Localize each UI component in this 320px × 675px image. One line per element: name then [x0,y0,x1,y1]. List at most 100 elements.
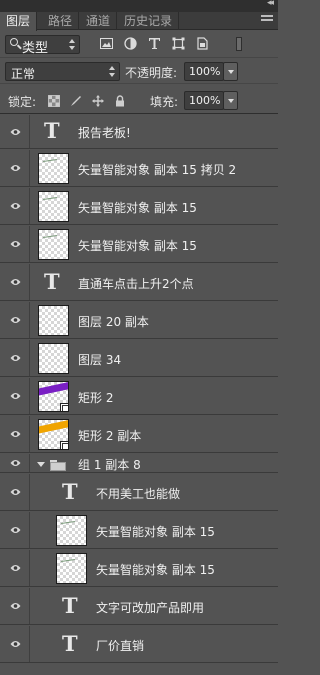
visibility-eye-icon[interactable] [10,240,21,248]
updown-arrows-icon [69,39,76,50]
layer-row[interactable]: 矢量智能对象 副本 15 [0,226,278,263]
lock-all-icon[interactable] [114,95,126,107]
layer-row[interactable]: 矩形 2 副本 [0,416,278,453]
layer-row[interactable]: T 厂价直销 [0,626,278,663]
lock-transparent-icon[interactable] [48,95,60,107]
layer-name[interactable]: 报告老板! [78,124,131,141]
visibility-toggle[interactable] [0,302,30,338]
visibility-eye-icon[interactable] [10,430,21,438]
visibility-eye-icon[interactable] [10,392,21,400]
layer-name[interactable]: 矢量智能对象 副本 15 拷贝 2 [78,161,236,178]
visibility-eye-icon[interactable] [10,602,21,610]
layer-thumbnail [38,381,69,412]
layer-thumbnail [38,305,69,336]
layer-thumbnail [38,153,69,184]
layer-row[interactable]: 图层 34 [0,340,278,377]
lock-options-bar: 锁定: 填充: 100% [0,86,278,114]
visibility-toggle[interactable] [0,474,30,510]
layer-name[interactable]: 矢量智能对象 副本 15 [96,523,215,540]
layer-name[interactable]: 矢量智能对象 副本 15 [96,561,215,578]
visibility-toggle[interactable] [0,550,30,586]
collapse-panel-icon[interactable]: ◂◂ [267,0,274,8]
layer-name[interactable]: 厂价直销 [96,637,144,654]
tab-layers[interactable]: 图层 [0,12,38,31]
layer-row[interactable]: 矢量智能对象 副本 15 拷贝 2 [0,150,278,187]
tab-channels[interactable]: 通道 [80,12,118,30]
layer-filter-bar: 类型 [0,30,278,58]
visibility-eye-icon[interactable] [10,564,21,572]
layer-row[interactable]: 矢量智能对象 副本 15 [0,512,278,549]
blend-mode-value: 正常 [11,67,36,81]
layer-row[interactable]: T 不用美工也能做 [0,474,278,511]
type-filter-icon[interactable] [148,37,161,50]
expand-arrow-icon[interactable] [37,462,45,467]
filter-toggle-switch[interactable] [236,37,242,51]
panel-tab-bar: 图层 路径 通道 历史记录 [0,12,278,31]
layer-row[interactable]: 矩形 2 [0,378,278,415]
layer-name[interactable]: 矢量智能对象 副本 15 [78,237,197,254]
layer-row[interactable]: 矢量智能对象 副本 15 [0,188,278,225]
visibility-toggle[interactable] [0,512,30,548]
layer-name[interactable]: 矢量智能对象 副本 15 [78,199,197,216]
shape-filter-icon[interactable] [172,37,185,50]
visibility-toggle[interactable] [0,188,30,224]
panel-menu-icon[interactable] [261,15,273,25]
fill-field[interactable]: 100% [184,91,224,110]
tab-paths[interactable]: 路径 [42,12,80,30]
layer-name[interactable]: 图层 34 [78,351,121,368]
layer-row[interactable]: T 报告老板! [0,115,278,149]
visibility-toggle[interactable] [0,454,30,472]
visibility-eye-icon[interactable] [10,526,21,534]
layer-row[interactable]: 矢量智能对象 副本 15 [0,550,278,587]
blend-mode-select[interactable]: 正常 [5,62,120,81]
adjustment-filter-icon[interactable] [124,37,137,50]
layer-thumbnail [38,229,69,260]
lock-label: 锁定: [8,95,37,109]
fill-slider-button[interactable] [223,91,238,110]
layer-name[interactable]: 图层 20 副本 [78,313,149,330]
visibility-eye-icon[interactable] [10,128,21,136]
visibility-eye-icon[interactable] [10,459,21,467]
panel-top-strip: ◂◂ [0,0,278,12]
layer-name[interactable]: 组 1 副本 8 [78,456,141,473]
visibility-eye-icon[interactable] [10,640,21,648]
layer-name[interactable]: 文字可改加产品即用 [96,599,204,616]
visibility-toggle[interactable] [0,416,30,452]
filter-kind-select[interactable]: 类型 [5,35,80,56]
visibility-eye-icon[interactable] [10,316,21,324]
visibility-toggle[interactable] [0,226,30,262]
layer-group-row[interactable]: 组 1 副本 8 [0,454,278,473]
visibility-eye-icon[interactable] [10,488,21,496]
layer-name[interactable]: 矩形 2 [78,389,113,406]
search-icon [10,38,18,46]
opacity-slider-button[interactable] [223,62,238,81]
opacity-field[interactable]: 100% [184,62,224,81]
layer-name[interactable]: 不用美工也能做 [96,485,180,502]
layer-row[interactable]: T 直通车点击上升2个点 [0,264,278,301]
updown-arrows-icon [109,66,116,77]
layer-thumbnail [38,343,69,374]
visibility-toggle[interactable] [0,378,30,414]
smart-object-filter-icon[interactable] [196,37,209,50]
visibility-toggle[interactable] [0,626,30,662]
visibility-toggle[interactable] [0,150,30,186]
visibility-toggle[interactable] [0,588,30,624]
visibility-eye-icon[interactable] [10,354,21,362]
layer-thumbnail [56,515,87,546]
layer-name[interactable]: 矩形 2 副本 [78,427,141,444]
layers-list: T 报告老板! 矢量智能对象 副本 15 拷贝 2 矢量智能对象 副本 15 矢量智能对… [0,115,278,675]
visibility-toggle[interactable] [0,264,30,300]
visibility-eye-icon[interactable] [10,202,21,210]
image-filter-icon[interactable] [100,37,113,50]
visibility-toggle[interactable] [0,340,30,376]
lock-position-icon[interactable] [92,95,104,107]
layer-thumbnail [56,553,87,584]
lock-image-icon[interactable] [70,95,82,107]
layer-row[interactable]: 图层 20 副本 [0,302,278,339]
layer-row[interactable]: T 文字可改加产品即用 [0,588,278,625]
visibility-eye-icon[interactable] [10,278,21,286]
layer-name[interactable]: 直通车点击上升2个点 [78,275,194,292]
tab-history[interactable]: 历史记录 [118,12,180,30]
visibility-toggle[interactable] [0,115,30,148]
visibility-eye-icon[interactable] [10,164,21,172]
